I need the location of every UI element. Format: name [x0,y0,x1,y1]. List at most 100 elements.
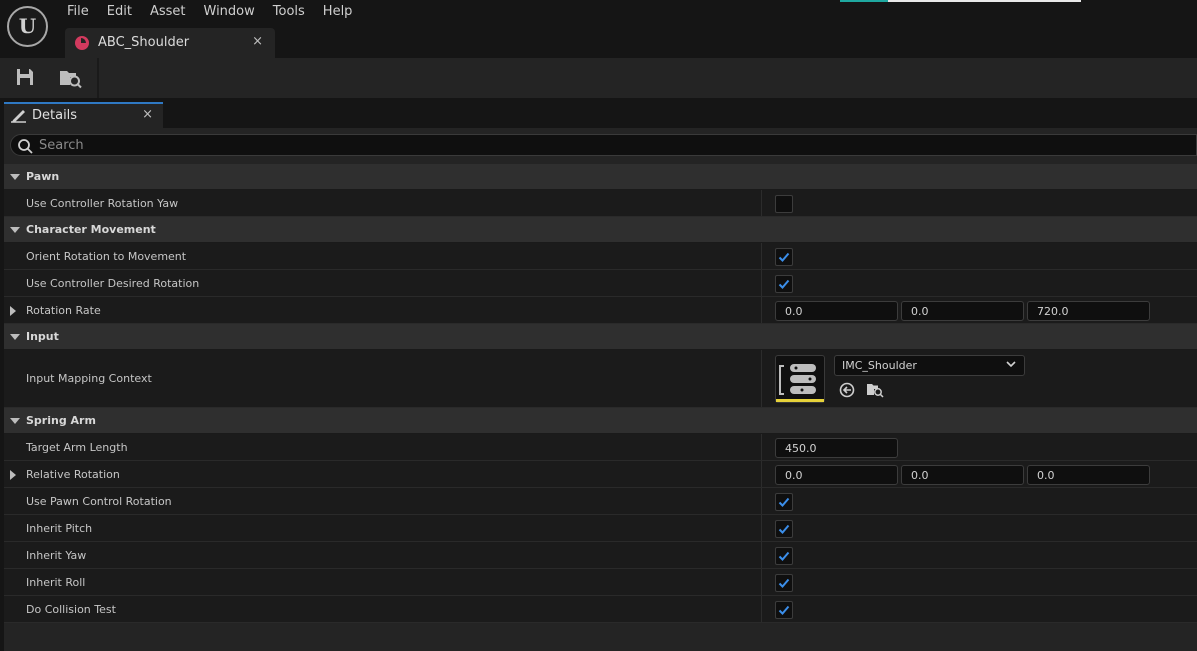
menu-file[interactable]: File [58,0,98,24]
property-row: Inherit Roll [4,569,1197,596]
property-row: Use Pawn Control Rotation [4,488,1197,515]
orient-rotation-checkbox[interactable] [775,248,793,266]
rotation-rate-y-field[interactable]: 0.0 [901,301,1024,321]
column-divider[interactable] [761,488,762,514]
menu-asset[interactable]: Asset [141,0,195,24]
property-label: Use Controller Rotation Yaw [26,197,179,210]
search-box[interactable] [10,134,1197,156]
column-divider[interactable] [761,596,762,622]
property-row: Orient Rotation to Movement [4,243,1197,270]
property-row: Rotation Rate 0.0 0.0 720.0 [4,297,1197,324]
checkmark-icon [778,524,790,534]
property-label: Input Mapping Context [26,372,152,385]
target-arm-length-field[interactable]: 450.0 [775,438,898,458]
checkmark-icon [778,279,790,289]
edit-details-icon [11,110,26,123]
column-divider[interactable] [761,270,762,296]
asset-thumbnail[interactable] [775,355,825,403]
property-row: Relative Rotation 0.0 0.0 0.0 [4,461,1197,488]
expand-arrow-icon[interactable] [10,470,16,480]
inherit-roll-checkbox[interactable] [775,574,793,592]
column-divider[interactable] [761,461,762,487]
title-bar: U File Edit Asset Window Tools Help ABC_… [0,0,1197,58]
folder-search-icon [60,71,82,89]
toolbar [0,58,1197,98]
category-spring-arm[interactable]: Spring Arm [4,408,1197,434]
column-divider[interactable] [761,569,762,595]
property-row: Inherit Yaw [4,542,1197,569]
input-mapping-context-icon [779,364,816,395]
relative-rotation-x-field[interactable]: 0.0 [775,465,898,485]
rotation-rate-x-field[interactable]: 0.0 [775,301,898,321]
category-label: Character Movement [26,223,156,236]
property-list: Pawn Use Controller Rotation Yaw Charact… [4,164,1197,623]
category-pawn[interactable]: Pawn [4,164,1197,190]
use-controller-desired-rotation-checkbox[interactable] [775,275,793,293]
collapse-arrow-icon[interactable] [10,227,20,233]
rotation-rate-z-field[interactable]: 720.0 [1027,301,1150,321]
search-input[interactable] [39,136,1179,154]
toolbar-separator [97,58,99,98]
checkmark-icon [778,551,790,561]
checkmark-icon [778,578,790,588]
property-label: Relative Rotation [26,468,120,481]
property-row: Target Arm Length 450.0 [4,434,1197,461]
category-label: Pawn [26,170,60,183]
inherit-pitch-checkbox[interactable] [775,520,793,538]
category-label: Spring Arm [26,414,96,427]
menu-bar: File Edit Asset Window Tools Help [58,0,361,24]
inherit-yaw-checkbox[interactable] [775,547,793,565]
browse-to-asset-button[interactable] [59,66,83,90]
search-icon [18,139,33,154]
dropdown-value: IMC_Shoulder [842,359,917,372]
document-tab[interactable]: ABC_Shoulder × [65,28,275,58]
expand-arrow-icon[interactable] [10,306,16,316]
column-divider[interactable] [761,243,762,269]
property-row: Use Controller Rotation Yaw [4,190,1197,217]
property-label: Use Pawn Control Rotation [26,495,172,508]
property-row: Input Mapping Context IMC_Shoulder [4,350,1197,408]
checkmark-icon [778,605,790,615]
input-mapping-context-dropdown[interactable]: IMC_Shoulder [834,355,1025,376]
close-icon[interactable]: × [252,34,263,49]
unreal-logo-icon[interactable]: U [7,6,48,47]
relative-rotation-z-field[interactable]: 0.0 [1027,465,1150,485]
checkmark-icon [778,252,790,262]
close-icon[interactable]: × [142,107,153,122]
menu-edit[interactable]: Edit [98,0,141,24]
document-tab-label: ABC_Shoulder [98,35,190,50]
column-divider[interactable] [761,350,762,407]
details-tab-label: Details [32,108,78,123]
column-divider[interactable] [761,434,762,460]
property-label: Use Controller Desired Rotation [26,277,200,290]
property-label: Inherit Yaw [26,549,87,562]
menu-tools[interactable]: Tools [264,0,314,24]
column-divider[interactable] [761,297,762,323]
property-row: Inherit Pitch [4,515,1197,542]
collapse-arrow-icon[interactable] [10,334,20,340]
property-label: Orient Rotation to Movement [26,250,187,263]
property-row: Use Controller Desired Rotation [4,270,1197,297]
save-button[interactable] [14,66,38,90]
animation-blueprint-icon [75,36,89,50]
relative-rotation-y-field[interactable]: 0.0 [901,465,1024,485]
property-label: Rotation Rate [26,304,101,317]
collapse-arrow-icon[interactable] [10,418,20,424]
menu-help[interactable]: Help [314,0,362,24]
browse-to-asset-icon[interactable] [866,381,884,399]
category-character-movement[interactable]: Character Movement [4,217,1197,243]
checkmark-icon [778,497,790,507]
property-row: Do Collision Test [4,596,1197,623]
use-selected-asset-icon[interactable] [839,381,857,399]
collapse-arrow-icon[interactable] [10,174,20,180]
menu-window[interactable]: Window [195,0,264,24]
chevron-down-icon [1006,361,1016,368]
category-input[interactable]: Input [4,324,1197,350]
column-divider[interactable] [761,542,762,568]
use-pawn-control-rotation-checkbox[interactable] [775,493,793,511]
column-divider[interactable] [761,515,762,541]
column-divider[interactable] [761,190,762,216]
do-collision-test-checkbox[interactable] [775,601,793,619]
use-controller-rotation-yaw-checkbox[interactable] [775,195,793,213]
details-tab[interactable]: Details × [4,102,163,128]
